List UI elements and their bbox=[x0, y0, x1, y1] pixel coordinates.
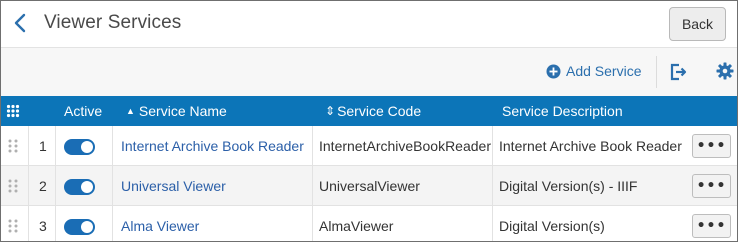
plus-circle-icon bbox=[546, 64, 561, 78]
active-toggle[interactable] bbox=[64, 179, 95, 195]
add-service-button[interactable]: Add Service bbox=[546, 62, 641, 80]
cell-divider bbox=[312, 206, 313, 241]
row-index: 3 bbox=[39, 218, 47, 234]
cell-divider bbox=[28, 206, 29, 241]
cell-divider bbox=[312, 166, 313, 206]
sort-ascending-icon: ▲ bbox=[126, 106, 135, 116]
cell-divider bbox=[55, 206, 56, 241]
service-description: Internet Archive Book Reader bbox=[499, 138, 682, 154]
drag-handle-icon[interactable] bbox=[7, 179, 19, 193]
column-header-service-name[interactable]: ▲ Service Name bbox=[126, 96, 227, 126]
page-header: Viewer Services Back bbox=[1, 1, 737, 48]
service-code: InternetArchiveBookReader bbox=[319, 138, 491, 154]
cell-divider bbox=[112, 206, 113, 241]
row-index: 2 bbox=[39, 178, 47, 194]
cell-divider bbox=[492, 126, 493, 166]
active-toggle[interactable] bbox=[64, 219, 95, 235]
gear-icon[interactable] bbox=[716, 62, 734, 80]
cell-divider bbox=[312, 126, 313, 166]
viewer-services-page: Viewer Services Back Add Service Active … bbox=[0, 0, 738, 242]
column-chooser-icon[interactable] bbox=[6, 104, 20, 118]
row-actions-button[interactable]: ••• bbox=[692, 214, 731, 238]
cell-divider bbox=[55, 166, 56, 206]
cell-divider bbox=[28, 166, 29, 206]
service-description: Digital Version(s) bbox=[499, 218, 605, 234]
cell-divider bbox=[112, 126, 113, 166]
table-toolbar: Add Service bbox=[1, 48, 737, 96]
service-name-link[interactable]: Alma Viewer bbox=[121, 206, 199, 241]
service-code: AlmaViewer bbox=[319, 218, 394, 234]
column-header-service-code[interactable]: ⇕ Service Code bbox=[325, 96, 421, 126]
column-header-service-name-label: Service Name bbox=[138, 103, 227, 119]
add-service-label: Add Service bbox=[566, 63, 642, 79]
column-header-service-code-label: Service Code bbox=[337, 103, 422, 119]
cell-divider bbox=[492, 206, 493, 241]
cell-divider bbox=[112, 166, 113, 206]
cell-divider bbox=[28, 126, 29, 166]
drag-handle-icon[interactable] bbox=[7, 139, 19, 153]
table-row: 1 Internet Archive Book Reader InternetA… bbox=[1, 126, 737, 166]
page-title: Viewer Services bbox=[44, 12, 182, 33]
active-toggle[interactable] bbox=[64, 139, 95, 155]
service-name-link[interactable]: Internet Archive Book Reader bbox=[121, 126, 304, 166]
row-index: 1 bbox=[39, 138, 47, 154]
chevron-left-icon[interactable] bbox=[11, 12, 31, 34]
toolbar-divider bbox=[656, 56, 657, 88]
column-header-service-description[interactable]: Service Description bbox=[502, 96, 623, 126]
back-button[interactable]: Back bbox=[669, 7, 726, 41]
service-description: Digital Version(s) - IIIF bbox=[499, 178, 638, 194]
row-actions-button[interactable]: ••• bbox=[692, 174, 731, 198]
column-header-active[interactable]: Active bbox=[64, 96, 102, 126]
export-icon[interactable] bbox=[668, 62, 688, 82]
sort-both-icon: ⇕ bbox=[325, 104, 336, 118]
service-code: UniversalViewer bbox=[319, 178, 420, 194]
cell-divider bbox=[492, 166, 493, 206]
drag-handle-icon[interactable] bbox=[7, 219, 19, 233]
cell-divider bbox=[55, 126, 56, 166]
table-row: 3 Alma Viewer AlmaViewer Digital Version… bbox=[1, 206, 737, 241]
table-header-row: Active ▲ Service Name ⇕ Service Code Ser… bbox=[1, 96, 737, 126]
table-row: 2 Universal Viewer UniversalViewer Digit… bbox=[1, 166, 737, 206]
row-actions-button[interactable]: ••• bbox=[692, 134, 731, 158]
service-name-link[interactable]: Universal Viewer bbox=[121, 166, 226, 206]
